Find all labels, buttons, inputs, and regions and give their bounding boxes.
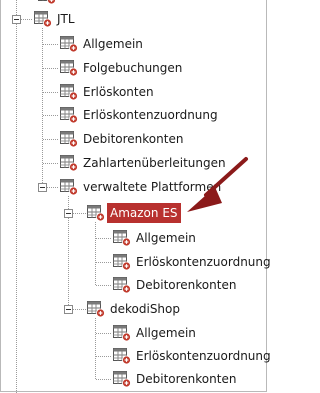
annotation-arrow <box>187 157 248 212</box>
annotation-arrow-shaft <box>204 157 248 197</box>
annotation-arrow-head <box>187 187 222 212</box>
navigation-tree-panel: JTL Allgemein Folgebuchungen Erlöskonten… <box>0 0 271 393</box>
